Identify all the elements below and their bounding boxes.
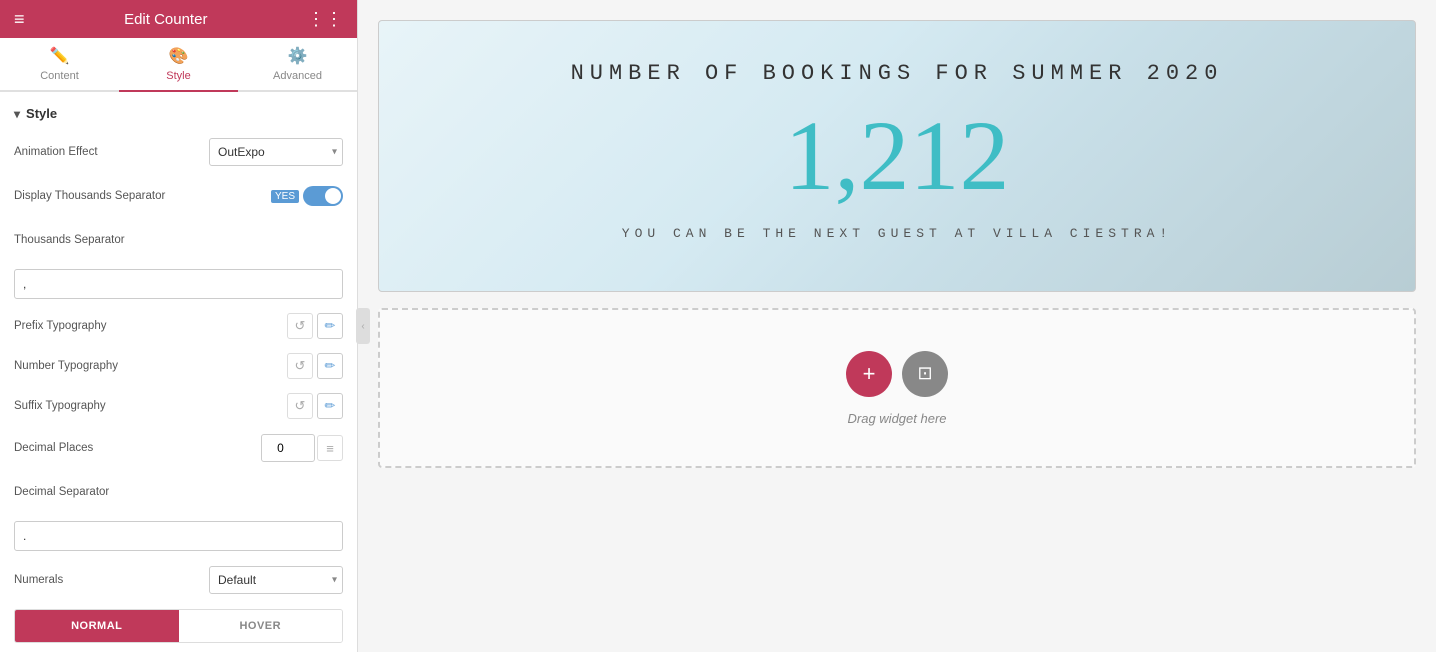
decimal-places-control: ≡ bbox=[261, 434, 343, 462]
suffix-typo-icons: ↺ ✏ bbox=[287, 393, 343, 419]
drag-text: Drag widget here bbox=[848, 411, 947, 426]
thousands-separator-label: Thousands Separator bbox=[14, 234, 343, 246]
number-typography-row: Number Typography ↺ ✏ bbox=[14, 353, 343, 379]
number-edit-btn[interactable]: ✏ bbox=[317, 353, 343, 379]
prefix-reset-btn[interactable]: ↺ bbox=[287, 313, 313, 339]
display-thousands-label: Display Thousands Separator bbox=[14, 190, 271, 202]
prefix-typography-label: Prefix Typography bbox=[14, 320, 287, 332]
style-icon: 🎨 bbox=[169, 46, 189, 66]
widget-preview: NUMBER OF BOOKINGS FOR SUMMER 2020 1,212… bbox=[378, 20, 1416, 292]
drag-buttons: + ⊡ bbox=[846, 351, 948, 397]
suffix-typography-label: Suffix Typography bbox=[14, 400, 287, 412]
grid-icon[interactable]: ⋮⋮ bbox=[307, 9, 343, 30]
state-hover-tab[interactable]: HOVER bbox=[179, 610, 343, 642]
prefix-edit-btn[interactable]: ✏ bbox=[317, 313, 343, 339]
animation-effect-select-wrap: OutExpo Linear EaseIn EaseOut ▾ bbox=[209, 138, 343, 166]
state-normal-tab[interactable]: NORMAL bbox=[15, 610, 179, 642]
decimal-separator-input[interactable] bbox=[14, 521, 343, 551]
numerals-label: Numerals bbox=[14, 574, 209, 586]
decimal-places-input[interactable] bbox=[261, 434, 315, 462]
advanced-icon: ⚙️ bbox=[288, 46, 308, 66]
tab-advanced-label: Advanced bbox=[273, 70, 322, 82]
decimal-separator-row: Decimal Separator bbox=[14, 477, 343, 507]
decimal-places-label: Decimal Places bbox=[14, 442, 261, 454]
animation-effect-select[interactable]: OutExpo Linear EaseIn EaseOut bbox=[209, 138, 343, 166]
animation-effect-control: OutExpo Linear EaseIn EaseOut ▾ bbox=[209, 138, 343, 166]
thousands-separator-input[interactable] bbox=[14, 269, 343, 299]
widget-subtext: YOU CAN BE THE NEXT GUEST AT VILLA CIEST… bbox=[419, 226, 1375, 241]
left-panel: ≡ Edit Counter ⋮⋮ ✏️ Content 🎨 Style ⚙️ … bbox=[0, 0, 358, 652]
add-widget-button[interactable]: + bbox=[846, 351, 892, 397]
numerals-select[interactable]: Default Arabic Persian bbox=[209, 566, 343, 594]
drag-area: + ⊡ Drag widget here bbox=[378, 308, 1416, 468]
tab-content-label: Content bbox=[40, 70, 79, 82]
decimal-separator-label: Decimal Separator bbox=[14, 486, 343, 498]
tab-style[interactable]: 🎨 Style bbox=[119, 38, 238, 92]
section-chevron: ▾ bbox=[14, 107, 20, 121]
panel-tabs: ✏️ Content 🎨 Style ⚙️ Advanced bbox=[0, 38, 357, 92]
number-reset-btn[interactable]: ↺ bbox=[287, 353, 313, 379]
thousands-toggle[interactable] bbox=[303, 186, 343, 206]
number-typography-label: Number Typography bbox=[14, 360, 287, 372]
state-tabs: NORMAL HOVER bbox=[14, 609, 343, 643]
thousands-toggle-control: YES bbox=[271, 186, 343, 206]
animation-effect-row: Animation Effect OutExpo Linear EaseIn E… bbox=[14, 137, 343, 167]
toggle-yes-label: YES bbox=[271, 190, 299, 203]
prefix-typography-row: Prefix Typography ↺ ✏ bbox=[14, 313, 343, 339]
resize-handle[interactable]: ‹ bbox=[356, 308, 370, 344]
decimal-places-row: Decimal Places ≡ bbox=[14, 433, 343, 463]
suffix-edit-btn[interactable]: ✏ bbox=[317, 393, 343, 419]
numerals-select-wrap: Default Arabic Persian ▾ bbox=[209, 566, 343, 594]
widget-number: 1,212 bbox=[419, 106, 1375, 206]
decimal-places-menu-btn[interactable]: ≡ bbox=[317, 435, 343, 461]
prefix-typo-icons: ↺ ✏ bbox=[287, 313, 343, 339]
panel-title: Edit Counter bbox=[25, 11, 307, 28]
panel-body: ▾ Style Animation Effect OutExpo Linear … bbox=[0, 92, 357, 652]
tab-content[interactable]: ✏️ Content bbox=[0, 38, 119, 92]
display-thousands-row: Display Thousands Separator YES bbox=[14, 181, 343, 211]
numerals-row: Numerals Default Arabic Persian ▾ bbox=[14, 565, 343, 595]
thousands-separator-input-wrap bbox=[14, 269, 343, 299]
right-area: NUMBER OF BOOKINGS FOR SUMMER 2020 1,212… bbox=[358, 0, 1436, 652]
section-title-text: Style bbox=[26, 106, 57, 121]
tab-style-label: Style bbox=[166, 70, 190, 82]
suffix-reset-btn[interactable]: ↺ bbox=[287, 393, 313, 419]
suffix-typography-row: Suffix Typography ↺ ✏ bbox=[14, 393, 343, 419]
thousands-separator-row: Thousands Separator bbox=[14, 225, 343, 255]
tab-advanced[interactable]: ⚙️ Advanced bbox=[238, 38, 357, 92]
panel-header: ≡ Edit Counter ⋮⋮ bbox=[0, 0, 357, 38]
content-icon: ✏️ bbox=[50, 46, 70, 66]
copy-widget-button[interactable]: ⊡ bbox=[902, 351, 948, 397]
number-typo-icons: ↺ ✏ bbox=[287, 353, 343, 379]
decimal-separator-input-wrap bbox=[14, 521, 343, 551]
animation-effect-label: Animation Effect bbox=[14, 146, 209, 158]
hamburger-icon[interactable]: ≡ bbox=[14, 9, 25, 30]
section-title: ▾ Style bbox=[14, 106, 343, 121]
widget-headline: NUMBER OF BOOKINGS FOR SUMMER 2020 bbox=[419, 61, 1375, 86]
